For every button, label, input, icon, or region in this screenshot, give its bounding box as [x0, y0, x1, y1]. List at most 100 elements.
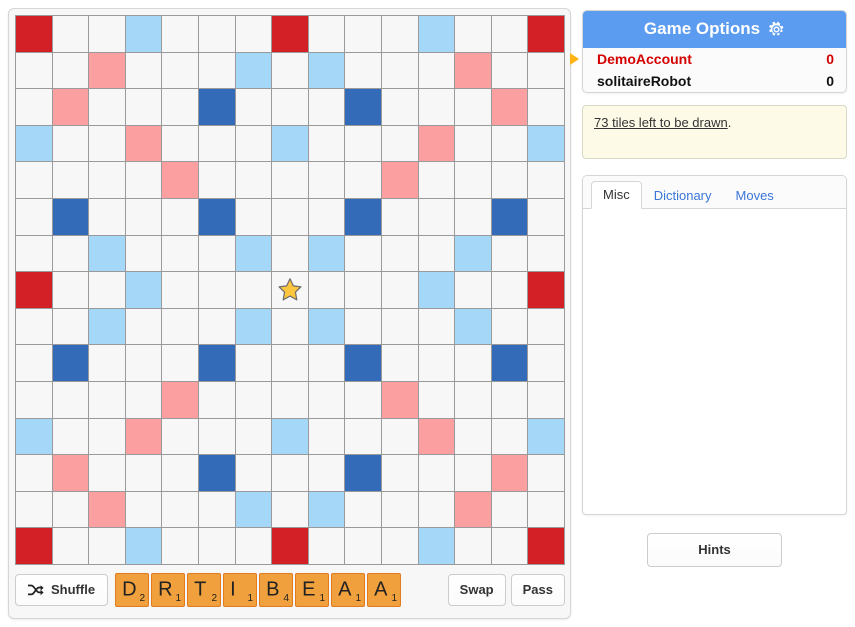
board-cell-r14-c12[interactable]	[418, 491, 455, 528]
board-cell-r11-c14[interactable]	[491, 381, 528, 418]
board-cell-r4-c5[interactable]	[162, 125, 198, 162]
game-options-header[interactable]: Game Options	[583, 11, 846, 48]
board-cell-r9-c13[interactable]	[455, 308, 491, 345]
board-cell-r13-c4[interactable]	[125, 455, 162, 491]
board-cell-r3-c2[interactable]	[52, 89, 89, 125]
board-cell-r1-c15[interactable]	[528, 16, 564, 52]
board-cell-r12-c10[interactable]	[345, 418, 381, 455]
tile-rack[interactable]: D2R1T2I1B4E1A1A1	[115, 573, 402, 607]
board-cell-r5-c7[interactable]	[235, 162, 272, 198]
board-cell-r13-c13[interactable]	[455, 455, 491, 491]
board-cell-r13-c1[interactable]	[16, 455, 52, 491]
board-cell-r11-c10[interactable]	[345, 381, 381, 418]
board-cell-r13-c6[interactable]	[198, 455, 235, 491]
board-cell-r7-c4[interactable]	[125, 235, 162, 272]
board-cell-r13-c10[interactable]	[345, 455, 381, 491]
board-cell-r10-c9[interactable]	[308, 345, 345, 381]
board-cell-r5-c1[interactable]	[16, 162, 52, 198]
board-cell-r4-c13[interactable]	[455, 125, 491, 162]
board-cell-r10-c13[interactable]	[455, 345, 491, 381]
board-cell-r3-c5[interactable]	[162, 89, 198, 125]
board-cell-r2-c7[interactable]	[235, 52, 272, 89]
board-cell-r13-c8[interactable]	[272, 455, 308, 491]
board-cell-r12-c5[interactable]	[162, 418, 198, 455]
board-cell-r7-c10[interactable]	[345, 235, 381, 272]
board-cell-r5-c6[interactable]	[198, 162, 235, 198]
rack-tile-2[interactable]: R1	[151, 573, 186, 607]
board-cell-r1-c14[interactable]	[491, 16, 528, 52]
board-cell-r3-c7[interactable]	[235, 89, 272, 125]
board-cell-r9-c1[interactable]	[16, 308, 52, 345]
board-cell-r14-c3[interactable]	[89, 491, 125, 528]
board-cell-r2-c9[interactable]	[308, 52, 345, 89]
board-cell-r15-c13[interactable]	[455, 528, 491, 564]
board-cell-r2-c10[interactable]	[345, 52, 381, 89]
board-cell-r1-c7[interactable]	[235, 16, 272, 52]
board-cell-r14-c14[interactable]	[491, 491, 528, 528]
board-cell-r14-c1[interactable]	[16, 491, 52, 528]
board-cell-r4-c9[interactable]	[308, 125, 345, 162]
board-cell-r8-c3[interactable]	[89, 272, 125, 308]
board-cell-r6-c5[interactable]	[162, 198, 198, 235]
board-cell-r13-c12[interactable]	[418, 455, 455, 491]
rack-tile-3[interactable]: T2	[187, 573, 222, 607]
board-cell-r10-c10[interactable]	[345, 345, 381, 381]
board-cell-r8-c10[interactable]	[345, 272, 381, 308]
board-cell-r6-c3[interactable]	[89, 198, 125, 235]
board-cell-r14-c10[interactable]	[345, 491, 381, 528]
board-cell-r12-c14[interactable]	[491, 418, 528, 455]
board-cell-r14-c4[interactable]	[125, 491, 162, 528]
board-cell-r2-c8[interactable]	[272, 52, 308, 89]
board-cell-r14-c15[interactable]	[528, 491, 564, 528]
board-cell-r7-c7[interactable]	[235, 235, 272, 272]
board-cell-r12-c6[interactable]	[198, 418, 235, 455]
board-cell-r15-c6[interactable]	[198, 528, 235, 564]
board-cell-r11-c8[interactable]	[272, 381, 308, 418]
board-cell-r10-c4[interactable]	[125, 345, 162, 381]
board-cell-r11-c7[interactable]	[235, 381, 272, 418]
board-cell-r10-c6[interactable]	[198, 345, 235, 381]
board-cell-r12-c3[interactable]	[89, 418, 125, 455]
board-cell-r15-c14[interactable]	[491, 528, 528, 564]
board-cell-r5-c14[interactable]	[491, 162, 528, 198]
board-cell-r9-c5[interactable]	[162, 308, 198, 345]
board-cell-r6-c1[interactable]	[16, 198, 52, 235]
board-cell-r4-c11[interactable]	[381, 125, 418, 162]
board-cell-r15-c4[interactable]	[125, 528, 162, 564]
board-cell-r14-c13[interactable]	[455, 491, 491, 528]
board-cell-r6-c15[interactable]	[528, 198, 564, 235]
board-cell-r1-c8[interactable]	[272, 16, 308, 52]
board-cell-r9-c3[interactable]	[89, 308, 125, 345]
board-cell-r9-c2[interactable]	[52, 308, 89, 345]
board-cell-r2-c15[interactable]	[528, 52, 564, 89]
scrabble-board[interactable]	[15, 15, 565, 565]
board-cell-r8-c4[interactable]	[125, 272, 162, 308]
board-cell-r11-c6[interactable]	[198, 381, 235, 418]
board-cell-r10-c11[interactable]	[381, 345, 418, 381]
board-cell-r9-c4[interactable]	[125, 308, 162, 345]
hints-button[interactable]: Hints	[647, 533, 782, 567]
board-cell-r9-c9[interactable]	[308, 308, 345, 345]
board-cell-r3-c11[interactable]	[381, 89, 418, 125]
board-cell-r11-c5[interactable]	[162, 381, 198, 418]
board-cell-r2-c11[interactable]	[381, 52, 418, 89]
board-cell-r2-c3[interactable]	[89, 52, 125, 89]
board-cell-r8-c9[interactable]	[308, 272, 345, 308]
board-cell-r15-c15[interactable]	[528, 528, 564, 564]
board-cell-r12-c12[interactable]	[418, 418, 455, 455]
board-cell-r15-c3[interactable]	[89, 528, 125, 564]
board-cell-r1-c1[interactable]	[16, 16, 52, 52]
board-cell-r12-c4[interactable]	[125, 418, 162, 455]
board-cell-r13-c9[interactable]	[308, 455, 345, 491]
board-cell-r15-c5[interactable]	[162, 528, 198, 564]
board-cell-r1-c2[interactable]	[52, 16, 89, 52]
board-cell-r5-c9[interactable]	[308, 162, 345, 198]
board-cell-r15-c9[interactable]	[308, 528, 345, 564]
board-cell-r5-c4[interactable]	[125, 162, 162, 198]
board-cell-r4-c1[interactable]	[16, 125, 52, 162]
board-cell-r6-c11[interactable]	[381, 198, 418, 235]
board-cell-r4-c12[interactable]	[418, 125, 455, 162]
board-cell-r10-c2[interactable]	[52, 345, 89, 381]
board-cell-r12-c13[interactable]	[455, 418, 491, 455]
board-cell-r3-c3[interactable]	[89, 89, 125, 125]
